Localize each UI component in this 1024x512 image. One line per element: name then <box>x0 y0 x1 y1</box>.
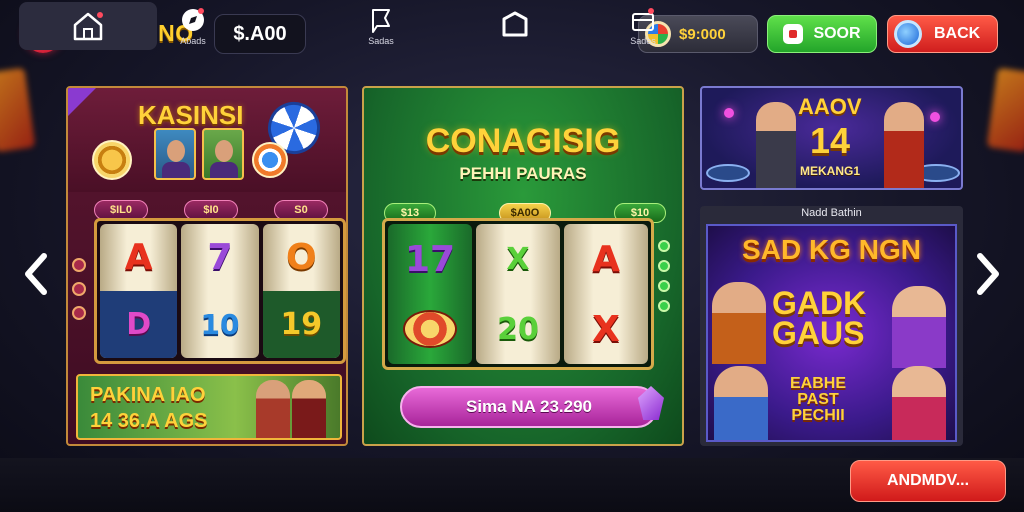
compass-icon <box>182 8 204 31</box>
slot-reels: A D 7 10 O 19 <box>94 218 346 364</box>
indicator-dot <box>658 260 670 272</box>
nav-item-home[interactable] <box>19 2 157 50</box>
bet-tabs: $IL0 $I0 S0 <box>76 200 346 220</box>
bet-tab[interactable]: S0 <box>274 200 328 220</box>
back-label: BACK <box>934 25 981 42</box>
casino-table <box>706 164 750 182</box>
indicator-dot <box>658 280 670 292</box>
nav-item-sades[interactable]: Sades <box>610 2 676 50</box>
carousel-next-icon[interactable] <box>974 252 1002 296</box>
card-tagline: EABHE PAST PECHII <box>790 376 846 424</box>
game-card-aaov[interactable]: AAOV 14 MEKANG1 <box>700 86 963 190</box>
coin-symbol-icon <box>388 294 472 364</box>
banner-line: 14 36.A AGS <box>90 410 208 432</box>
nav-label: Sades <box>630 36 656 46</box>
shop-label: SOOR <box>813 25 861 42</box>
indicator-dot <box>72 306 86 320</box>
shop-icon <box>783 24 804 44</box>
reel-symbol: O <box>286 237 317 278</box>
indicator-dot <box>72 282 86 296</box>
reel-symbol: X <box>592 308 620 350</box>
card-title: SAD KG NGN <box>742 234 921 265</box>
character-figure <box>892 286 946 368</box>
card-title: CONAGISIG <box>425 122 621 160</box>
indicator-dot <box>658 240 670 252</box>
nav-label: Sadas <box>368 36 394 46</box>
side-indicators <box>72 258 86 320</box>
reel-symbol: 17 <box>404 238 456 280</box>
back-button[interactable]: BACK <box>887 15 998 53</box>
shop-button[interactable]: SOOR <box>767 15 877 53</box>
indicator-dot <box>72 258 86 272</box>
slot-reel: A X <box>564 224 648 364</box>
game-card-kasinsi[interactable]: KASINSI $IL0 $I0 S0 A D 7 10 O 19 PAKINA… <box>66 86 348 446</box>
character-portrait <box>154 128 196 180</box>
ambient-glow-left <box>0 67 36 153</box>
game-card-sad-kg-ngn[interactable]: Nadd Bathin SAD KG NGN GADK GAUS EABHE P… <box>700 206 963 446</box>
character-figure <box>712 282 766 364</box>
bet-tab[interactable]: $IL0 <box>94 200 148 220</box>
character-figure <box>292 380 326 438</box>
character-figure <box>756 102 796 188</box>
character-figure <box>714 366 768 440</box>
home-icon <box>73 12 103 41</box>
character-figure <box>892 366 946 440</box>
game-card-conagisig[interactable]: CONAGISIG PEHHI PAURAS $13 $A0O $10 17 X… <box>362 86 684 446</box>
reel-symbol: X <box>506 241 530 277</box>
card-headline: GADK GAUS <box>772 285 867 351</box>
promo-banner[interactable]: PAKINA IAO 14 36.A AGS <box>76 374 342 440</box>
character-figure <box>884 102 924 188</box>
card-title: AAOV <box>798 94 862 119</box>
nav-item-square[interactable] <box>482 2 548 50</box>
bet-tab[interactable]: $I0 <box>184 200 238 220</box>
cart-icon <box>632 8 654 31</box>
tagline-line: PECHII <box>791 407 845 424</box>
card-subtitle: PEHHI PAURAS <box>459 164 587 183</box>
nav-label: Abads <box>180 36 206 46</box>
reel-symbol: A <box>592 238 620 280</box>
light-sparkle <box>930 112 940 122</box>
nav-item-sadas[interactable]: Sadas <box>348 2 414 50</box>
coins-value: $9:000 <box>679 25 726 43</box>
reel-symbol: 10 <box>200 308 240 341</box>
slot-reel: O 19 <box>262 224 340 358</box>
light-sparkle <box>724 108 734 118</box>
coin-icon <box>92 140 132 180</box>
slot-reel: 17 <box>388 224 472 364</box>
flag-icon <box>372 9 390 33</box>
reel-symbol: D <box>100 291 178 358</box>
headline-line: GADK <box>772 285 867 321</box>
balance-display: $.A00 <box>214 14 306 54</box>
card-number: 14 <box>810 120 851 161</box>
banner-line: PAKINA IAO <box>90 384 206 406</box>
square-icon <box>502 11 528 37</box>
reel-symbol: 7 <box>207 237 233 278</box>
spin-button[interactable]: Sima NA 23.290 <box>400 386 658 428</box>
globe-icon <box>894 20 922 48</box>
headline-line: GAUS <box>772 315 865 351</box>
corner-tag <box>68 88 96 116</box>
indicator-dot <box>658 300 670 312</box>
nav-item-abads[interactable]: Abads <box>160 2 226 50</box>
slot-reel: X 20 <box>476 224 560 364</box>
reel-symbol: A <box>124 237 153 278</box>
slot-reel: A D <box>100 224 178 358</box>
reel-symbol: 20 <box>497 311 539 347</box>
tagline-line: EABHE <box>790 375 847 392</box>
card-caption: Nadd Bathin <box>801 207 862 219</box>
chip-icon <box>252 142 288 178</box>
side-indicators <box>658 240 670 312</box>
slot-reel: 7 10 <box>181 224 259 358</box>
play-button[interactable]: ANDMDV... <box>850 460 1006 502</box>
carousel-prev-icon[interactable] <box>22 252 50 296</box>
card-subtitle: MEKANG1 <box>800 164 861 178</box>
ambient-glow-right <box>986 67 1024 153</box>
character-figure <box>256 380 290 438</box>
tagline-line: PAST <box>797 391 839 408</box>
slot-reels: 17 X 20 A X <box>382 218 654 370</box>
reel-symbol: 19 <box>262 291 340 358</box>
card-title: KASINSI <box>138 100 244 130</box>
character-portrait <box>202 128 244 180</box>
card-artwork: SAD KG NGN GADK GAUS EABHE PAST PECHII <box>706 224 957 442</box>
